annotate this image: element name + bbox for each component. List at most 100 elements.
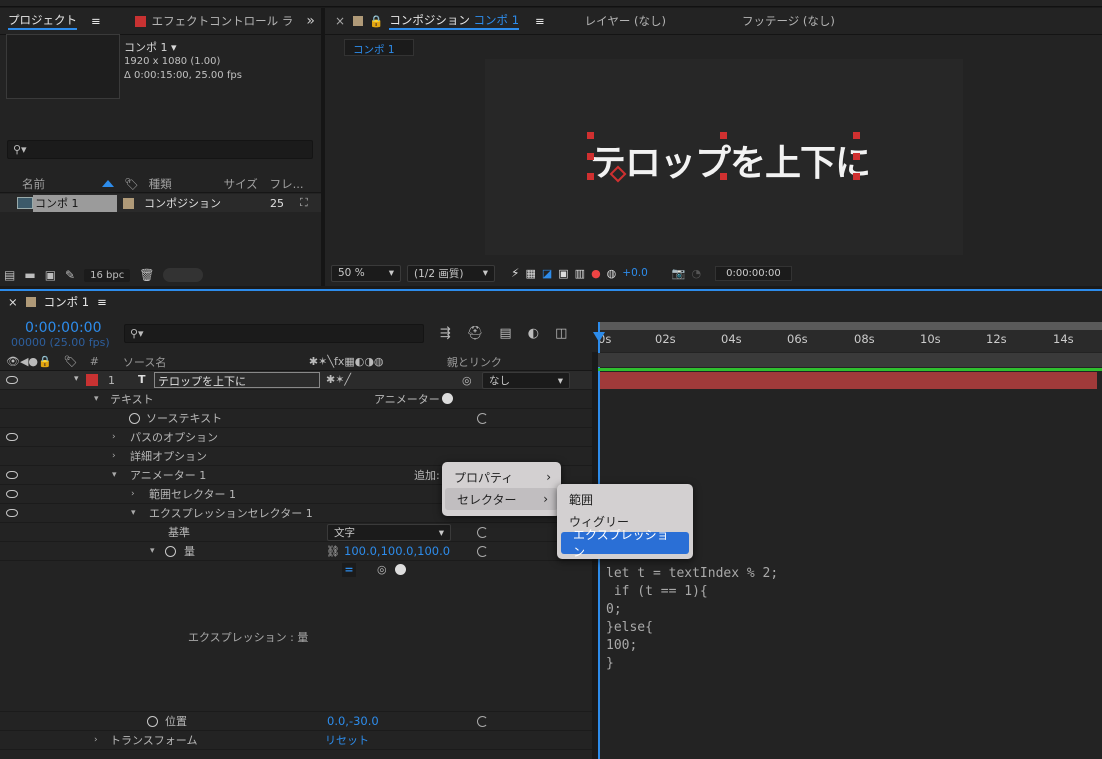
transparency-grid-icon[interactable]: ▦	[525, 267, 535, 280]
fast-preview-icon[interactable]: ⚡	[511, 266, 519, 280]
footer-scroll[interactable]	[163, 268, 204, 282]
sort-arrow-icon[interactable]	[102, 180, 114, 187]
expand-caret-icon[interactable]: ›	[131, 489, 141, 499]
av-switch-icons[interactable]: 👁◀●🔒	[6, 355, 52, 368]
expression-spiral-icon[interactable]	[477, 715, 488, 727]
parent-pickwhip-icon[interactable]: ◎	[462, 374, 472, 387]
row-position[interactable]: 位置 0.0,-30.0	[0, 712, 592, 731]
viewer-breadcrumb[interactable]: コンポ 1	[344, 39, 414, 56]
work-area-bar[interactable]	[598, 322, 1102, 330]
zoom-dropdown[interactable]: 50 % ▾	[331, 264, 401, 282]
position-value[interactable]: 0.0,-30.0	[327, 714, 379, 728]
layer-color-label[interactable]	[86, 374, 98, 386]
tab-project[interactable]: プロジェクト ≡	[0, 8, 109, 34]
expression-code-editor[interactable]: let t = textIndex % 2; if (t == 1){ 0; }…	[598, 562, 1102, 712]
resolution-dropdown[interactable]: (1/2 画質) ▾	[407, 264, 495, 282]
layer-name-field[interactable]: テロップを上下に	[154, 372, 320, 388]
row-amount[interactable]: ▾ 量 ⛓ 100.0,100.0,100.0	[0, 542, 592, 561]
timeline-search-input[interactable]: ⚲▾	[124, 324, 424, 343]
exposure-icon[interactable]: ◍	[607, 267, 617, 280]
visibility-eye-icon[interactable]	[6, 471, 18, 479]
submenu-item-expression[interactable]: エクスプレッション	[561, 528, 689, 559]
project-item-name[interactable]: コンポ 1	[33, 194, 117, 212]
reset-link[interactable]: リセット	[325, 732, 369, 748]
stopwatch-icon[interactable]	[165, 545, 176, 557]
layer-switches[interactable]: ✱✶╱	[326, 373, 351, 386]
project-search-input[interactable]: ⚲▾	[7, 140, 313, 159]
constrain-link-icon[interactable]: ⛓	[326, 545, 340, 558]
label-tag-icon[interactable]: 🏷	[124, 177, 139, 191]
expand-caret-icon[interactable]: ▾	[94, 394, 104, 404]
col-size[interactable]: サイズ	[224, 176, 270, 192]
layer-row[interactable]: ▾ 1 T テロップを上下に ✱✶╱ ◎ なし ▾	[0, 371, 592, 390]
guides-icon[interactable]: ▥	[575, 267, 585, 280]
menu-item-property[interactable]: プロパティ ›	[442, 466, 561, 488]
close-timeline-icon[interactable]: ×	[8, 295, 18, 309]
bbox-handle[interactable]	[587, 173, 594, 180]
draft-3d-icon[interactable]: ⛑	[467, 326, 484, 341]
exposure-value[interactable]: +0.0	[622, 267, 648, 279]
region-of-interest-icon[interactable]: ▣	[558, 267, 568, 280]
expand-caret-icon[interactable]: ›	[112, 432, 122, 442]
expand-caret-icon[interactable]: ›	[112, 451, 122, 461]
basis-dropdown[interactable]: 文字 ▾	[327, 524, 451, 541]
col-type[interactable]: 種類	[149, 176, 224, 192]
motion-blur-icon[interactable]: ◫	[555, 326, 567, 341]
close-tab-icon[interactable]: ×	[335, 14, 345, 28]
expand-panels-icon[interactable]: »	[306, 13, 315, 29]
expand-caret-icon[interactable]: ▾	[131, 508, 141, 518]
col-name[interactable]: 名前	[22, 176, 102, 192]
expand-caret-icon[interactable]: ›	[94, 735, 104, 745]
layer-switch-icons[interactable]: ✱✶╲fx▦◐◑◍	[309, 355, 447, 368]
timeline-menu-icon[interactable]: ≡	[97, 295, 107, 309]
panel-menu-icon[interactable]: ≡	[91, 14, 101, 28]
snapshot-icon[interactable]: 📷	[672, 267, 686, 280]
bbox-handle[interactable]	[853, 173, 860, 180]
composition-flowchart-icon[interactable]: ⇶	[440, 326, 451, 341]
col-source-name[interactable]: ソース名	[123, 354, 309, 370]
show-snapshot-icon[interactable]: ◔	[691, 267, 701, 280]
timeline-ruler[interactable]: 0s 02s 04s 06s 08s 10s 12s 14s	[598, 322, 1102, 352]
expression-spiral-icon[interactable]	[477, 412, 488, 424]
pen-icon[interactable]: ✎	[65, 268, 75, 282]
bbox-handle[interactable]	[587, 153, 594, 160]
mask-visibility-icon[interactable]: ◪	[542, 267, 552, 280]
timeline-comp-tab[interactable]: コンポ 1	[44, 294, 89, 310]
visibility-eye-icon[interactable]	[6, 490, 18, 498]
project-item-row[interactable]: コンポ 1 コンポジション 25 ⛶	[0, 194, 321, 212]
tab-footage[interactable]: フッテージ (なし)	[734, 8, 843, 34]
row-path-options[interactable]: › パスのオプション	[0, 428, 592, 447]
trash-icon[interactable]: 🗑	[139, 268, 154, 282]
stopwatch-icon[interactable]	[129, 412, 140, 424]
flowchart-icon[interactable]: ⛶	[300, 196, 308, 210]
row-text-group[interactable]: ▾ テキスト アニメーター :	[0, 390, 592, 409]
visibility-eye-icon[interactable]	[6, 509, 18, 517]
visibility-eye-icon[interactable]	[6, 376, 18, 384]
bpc-button[interactable]: 16 bpc	[84, 268, 131, 282]
playhead-marker[interactable]	[593, 332, 605, 342]
parent-dropdown[interactable]: なし ▾	[482, 372, 570, 389]
row-source-text[interactable]: ソーステキスト	[0, 409, 592, 428]
row-basis[interactable]: 基準 文字 ▾	[0, 523, 592, 542]
submenu-item-range[interactable]: 範囲	[557, 488, 693, 510]
stopwatch-icon[interactable]	[147, 715, 158, 727]
expression-pickwhip-icon[interactable]: ◎	[377, 563, 387, 576]
canvas-text-layer[interactable]: テロップを上下に	[587, 132, 871, 184]
bbox-handle[interactable]	[720, 173, 727, 180]
animator-play-icon[interactable]	[442, 393, 453, 404]
amount-value[interactable]: 100.0,100.0,100.0	[344, 544, 450, 558]
expand-caret-icon[interactable]: ▾	[112, 470, 122, 480]
expand-caret-icon[interactable]: ▾	[150, 546, 160, 556]
expression-spiral-icon[interactable]	[477, 526, 488, 538]
expression-language-menu-icon[interactable]	[395, 564, 406, 575]
timeline-time[interactable]: 0:00:00:00	[25, 320, 102, 336]
tab-composition[interactable]: 🔒 コンポジション コンポ 1 ≡	[345, 8, 553, 34]
frame-blending-icon[interactable]: ◐	[528, 326, 539, 341]
layer-expand-icon[interactable]: ▾	[74, 374, 79, 384]
interpret-footage-icon[interactable]: ▤	[4, 268, 15, 282]
label-tag-icon[interactable]: 🏷	[64, 355, 78, 368]
shy-layers-icon[interactable]: ▤	[499, 326, 511, 341]
bbox-handle[interactable]	[720, 132, 727, 139]
expression-enable-toggle[interactable]: =	[342, 563, 356, 577]
new-folder-icon[interactable]: ▬	[24, 268, 35, 282]
